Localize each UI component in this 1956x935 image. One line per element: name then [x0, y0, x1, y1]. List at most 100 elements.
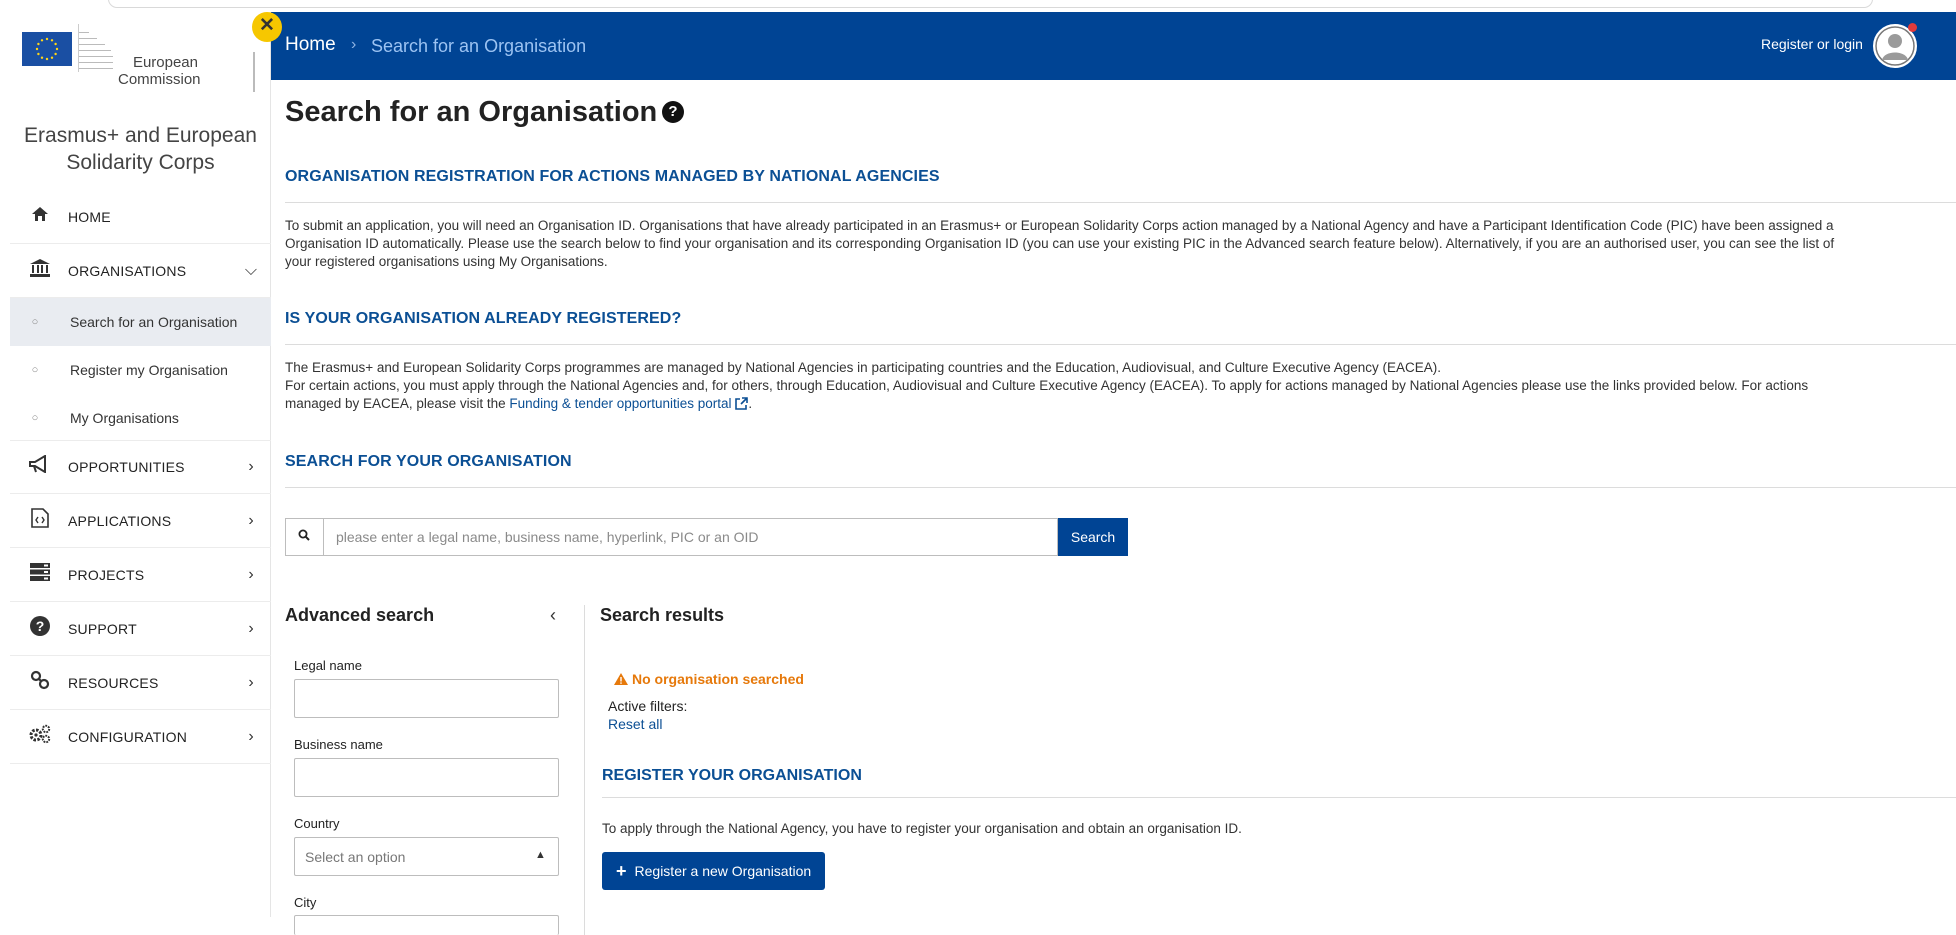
breadcrumb-current[interactable]: Search for an Organisation: [371, 36, 586, 57]
chevron-down-icon: ⌵: [244, 261, 258, 279]
registration-paragraph: To submit an application, you will need …: [285, 217, 1956, 271]
warning-icon: [614, 673, 628, 685]
top-navigation-bar: Home › Search for an Organisation Regist…: [271, 12, 1956, 80]
search-results-title: Search results: [600, 605, 725, 625]
breadcrumb-separator: ›: [351, 36, 357, 53]
reset-all-link[interactable]: Reset all: [608, 716, 662, 732]
sidebar-item-applications[interactable]: APPLICATIONS ›: [10, 494, 271, 548]
logo-divider: [253, 52, 255, 92]
breadcrumb-home-link[interactable]: Home: [285, 34, 336, 56]
paragraph-text: managed by EACEA, please visit the: [285, 396, 506, 411]
site-brand: Erasmus+ and European Solidarity Corps: [24, 124, 257, 174]
ec-logo[interactable]: European Commission: [10, 14, 260, 94]
notification-dot: [1908, 23, 1917, 32]
bullet-icon: ○: [31, 316, 39, 328]
advanced-search-title: Advanced search: [285, 605, 435, 625]
cogs-icon: [10, 724, 58, 750]
section-title-search: SEARCH FOR YOUR ORGANISATION: [285, 453, 572, 470]
sidebar-item-opportunities[interactable]: OPPORTUNITIES ›: [10, 440, 271, 494]
commission-sheets-icon: [78, 24, 114, 72]
advanced-search-panel: Advanced search ‹ Legal name Business na…: [285, 605, 585, 935]
chevron-right-icon: ›: [248, 727, 254, 745]
main-content: Search for an Organisation ? ORGANISATIO…: [271, 80, 1956, 935]
collapse-chevron-icon[interactable]: ‹: [550, 605, 556, 626]
chevron-right-icon: ›: [248, 458, 254, 475]
paragraph-line: managed by EACEA, please visit the Fundi…: [285, 395, 1956, 415]
browser-strip: [0, 0, 1956, 12]
search-button[interactable]: Search: [1058, 518, 1128, 556]
sidebar-item-label: PROJECTS: [68, 566, 145, 583]
sidebar-subitem-label: My Organisations: [70, 410, 179, 426]
divider: [285, 487, 1956, 488]
divider: [285, 202, 1956, 203]
megaphone-icon: [10, 454, 58, 479]
divider: [285, 344, 1956, 345]
sidebar-item-resources[interactable]: RESOURCES ›: [10, 656, 271, 710]
funding-portal-link[interactable]: Funding & tender opportunities portal: [509, 396, 731, 411]
home-icon: [10, 205, 58, 228]
register-section-title: REGISTER YOUR ORGANISATION: [602, 767, 862, 784]
country-select[interactable]: Select an option: [294, 837, 559, 876]
sidebar-item-support[interactable]: ? SUPPORT ›: [10, 602, 271, 656]
sidebar-item-label: OPPORTUNITIES: [68, 459, 185, 475]
page-title: Search for an Organisation: [285, 96, 658, 128]
sidebar-item-projects[interactable]: PROJECTS ›: [10, 548, 271, 602]
search-bar: Search: [285, 518, 1128, 556]
file-code-icon: [10, 507, 58, 534]
paragraph-text: .: [748, 396, 753, 411]
institution-icon: [10, 258, 58, 283]
city-input[interactable]: [294, 915, 559, 935]
link-icon: [10, 670, 58, 696]
chevron-right-icon: ›: [248, 511, 254, 529]
search-input[interactable]: [322, 518, 1059, 556]
active-filters-label: Active filters:: [608, 698, 688, 714]
sidebar-subitem-search-organisation[interactable]: ○ Search for an Organisation: [10, 298, 271, 346]
plus-icon: +: [616, 860, 627, 881]
sidebar-item-label: RESOURCES: [68, 674, 159, 691]
legal-name-label: Legal name: [294, 658, 362, 673]
paragraph-line: The Erasmus+ and European Solidarity Cor…: [285, 360, 1442, 375]
ec-wordmark: European Commission: [118, 54, 201, 88]
chevron-right-icon: ›: [248, 565, 254, 583]
sidebar-item-home[interactable]: HOME: [10, 190, 271, 244]
sidebar-subitem-label: Search for an Organisation: [70, 314, 238, 330]
server-icon: [10, 562, 58, 587]
help-icon[interactable]: ?: [662, 101, 684, 123]
sidebar-item-label: APPLICATIONS: [68, 512, 172, 529]
chevron-right-icon: ›: [248, 619, 254, 637]
register-login-link[interactable]: Register or login: [1761, 36, 1863, 52]
sidebar-item-label: ORGANISATIONS: [68, 262, 187, 279]
register-text: To apply through the National Agency, yo…: [602, 821, 1242, 836]
sidebar-subitem-label: Register my Organisation: [70, 362, 228, 378]
external-link-icon: [735, 397, 749, 415]
legal-name-input[interactable]: [294, 679, 559, 718]
programmes-paragraph: The Erasmus+ and European Solidarity Cor…: [285, 359, 1956, 415]
paragraph-line: To submit an application, you will need …: [285, 218, 1834, 233]
address-bar: [108, 0, 1873, 8]
paragraph-line: Organisation ID automatically. Please us…: [285, 236, 1835, 251]
sidebar-item-configuration[interactable]: CONFIGURATION ›: [10, 710, 271, 764]
section-title-already-registered: IS YOUR ORGANISATION ALREADY REGISTERED?: [285, 310, 682, 327]
register-new-organisation-button[interactable]: + Register a new Organisation: [602, 852, 826, 890]
sidebar-subitem-my-organisations[interactable]: ○ My Organisations: [10, 394, 271, 442]
no-search-warning: No organisation searched: [614, 671, 804, 687]
section-title-registration: ORGANISATION REGISTRATION FOR ACTIONS MA…: [285, 168, 940, 185]
city-label: City: [294, 895, 317, 910]
business-name-input[interactable]: [294, 758, 559, 797]
business-name-label: Business name: [294, 737, 383, 752]
sidebar-item-organisations[interactable]: ORGANISATIONS ⌵: [10, 244, 271, 298]
close-icon[interactable]: ✕: [252, 12, 282, 42]
bullet-icon: ○: [31, 412, 39, 424]
select-sort-icon: ▲: [535, 849, 546, 861]
paragraph-line: For certain actions, you must apply thro…: [285, 378, 1809, 393]
register-button-label: Register a new Organisation: [634, 863, 812, 879]
eu-flag-icon: [22, 32, 72, 66]
chevron-right-icon: ›: [248, 673, 254, 691]
sidebar-subitem-register-organisation[interactable]: ○ Register my Organisation: [10, 346, 271, 394]
question-circle-icon: ?: [10, 615, 58, 642]
bullet-icon: ○: [31, 364, 39, 376]
sidebar-item-label: HOME: [68, 208, 111, 225]
sidebar-item-label: CONFIGURATION: [68, 728, 188, 745]
divider: [602, 797, 1956, 798]
country-label: Country: [294, 816, 340, 831]
